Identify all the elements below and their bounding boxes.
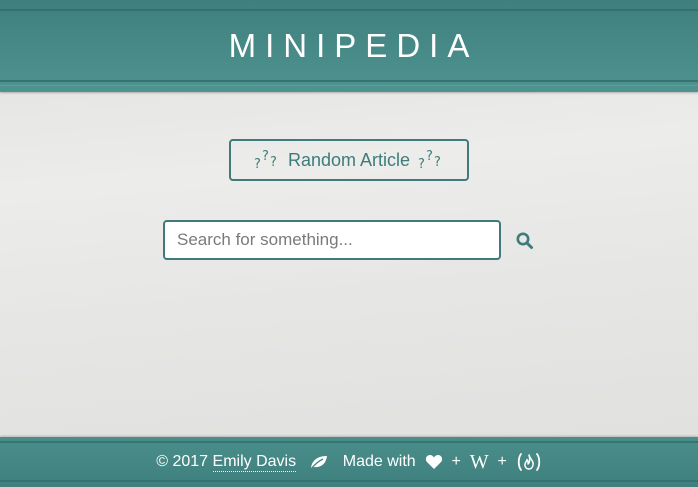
plus-sign: + [497,453,507,470]
header-divider-highlight [0,85,698,86]
header-bar: MINIPEDIA [0,0,698,92]
made-with-text: Made with [342,453,416,470]
leaf-icon [310,456,328,470]
random-article-label: Random Article [287,149,411,170]
wikipedia-icon: W [469,450,489,473]
copyright-text: © 2017 [156,453,209,470]
footer-divider-top [0,441,698,443]
author-link[interactable]: Emily Davis [212,453,297,472]
footer-divider-bottom [0,480,698,482]
plus-sign: + [451,453,461,470]
question-marks-icon: ? ? ? [418,149,441,172]
footer-credits: © 2017 Emily Davis Made with + W + [0,451,698,473]
search-input[interactable] [163,220,501,260]
heart-icon [425,455,442,469]
search-icon[interactable] [515,231,535,251]
page-title: MINIPEDIA [228,27,479,64]
header-divider-top [0,9,698,11]
freecodecamp-icon [517,453,540,471]
header-divider-bottom [0,80,698,82]
random-article-button[interactable]: ? ? ? Random Article ? ? ? [229,139,469,181]
footer-bar: © 2017 Emily Davis Made with + W + [0,437,698,487]
question-marks-icon: ? ? ? [253,149,277,172]
